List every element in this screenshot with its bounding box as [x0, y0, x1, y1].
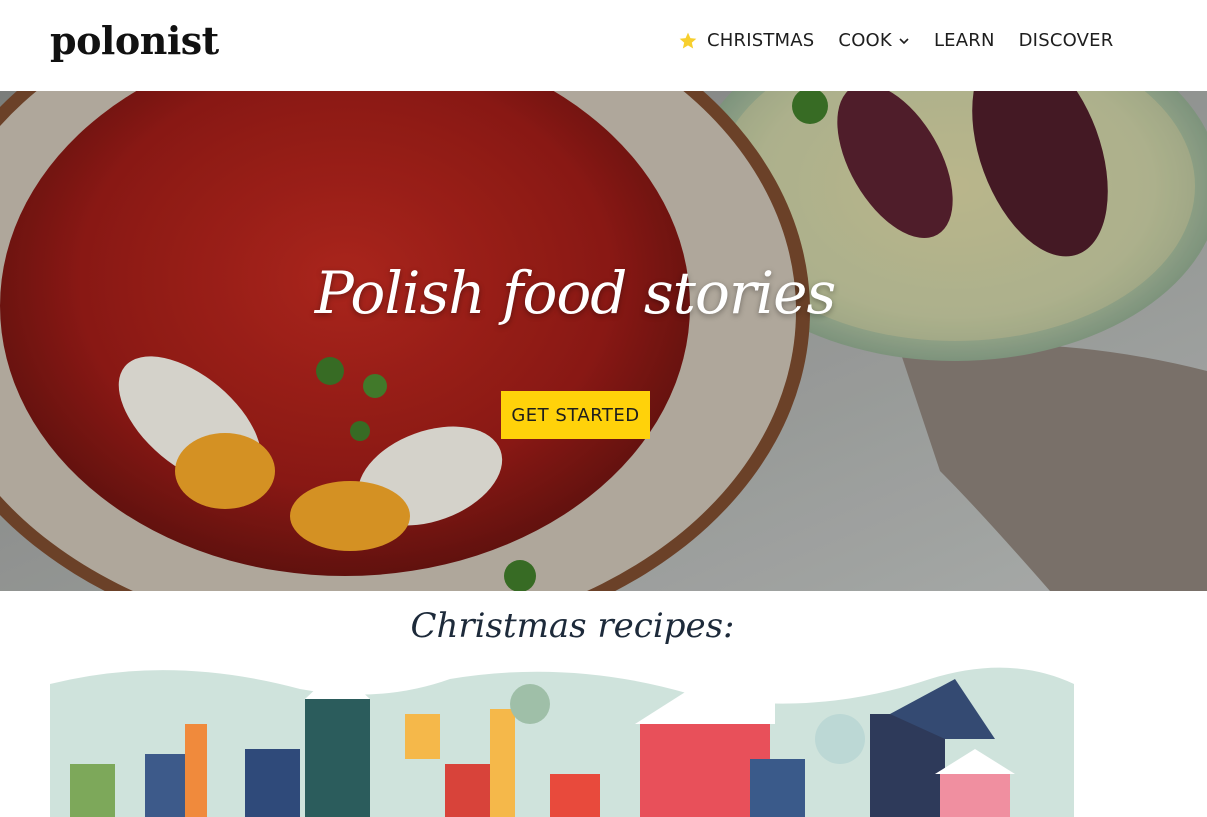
get-started-button[interactable]: GET STARTED — [501, 391, 650, 439]
hero-image — [0, 91, 1207, 591]
site-logo[interactable]: polonist — [50, 18, 219, 63]
main-nav: CHRISTMAS COOK LEARN DISCOVER — [678, 30, 1113, 51]
nav-label-christmas: CHRISTMAS — [707, 30, 815, 51]
christmas-town-illustration — [50, 667, 1074, 817]
hero-section: Polish food stories GET STARTED — [0, 91, 1207, 591]
nav-label-cook: COOK — [838, 30, 892, 51]
hero-title: Polish food stories — [314, 259, 836, 327]
nav-item-learn[interactable]: LEARN — [934, 30, 995, 51]
site-header: polonist CHRISTMAS COOK LEARN DISCOVER — [0, 0, 1207, 91]
nav-item-christmas[interactable]: CHRISTMAS — [678, 30, 814, 51]
nav-label-discover: DISCOVER — [1018, 30, 1114, 51]
christmas-section-title: Christmas recipes: — [410, 606, 735, 646]
star-icon — [679, 32, 697, 48]
nav-item-discover[interactable]: DISCOVER — [1019, 30, 1114, 51]
nav-item-cook[interactable]: COOK — [838, 30, 910, 51]
christmas-banner-illustration[interactable] — [50, 664, 1074, 817]
chevron-down-icon — [899, 37, 909, 44]
nav-label-learn: LEARN — [933, 30, 995, 51]
